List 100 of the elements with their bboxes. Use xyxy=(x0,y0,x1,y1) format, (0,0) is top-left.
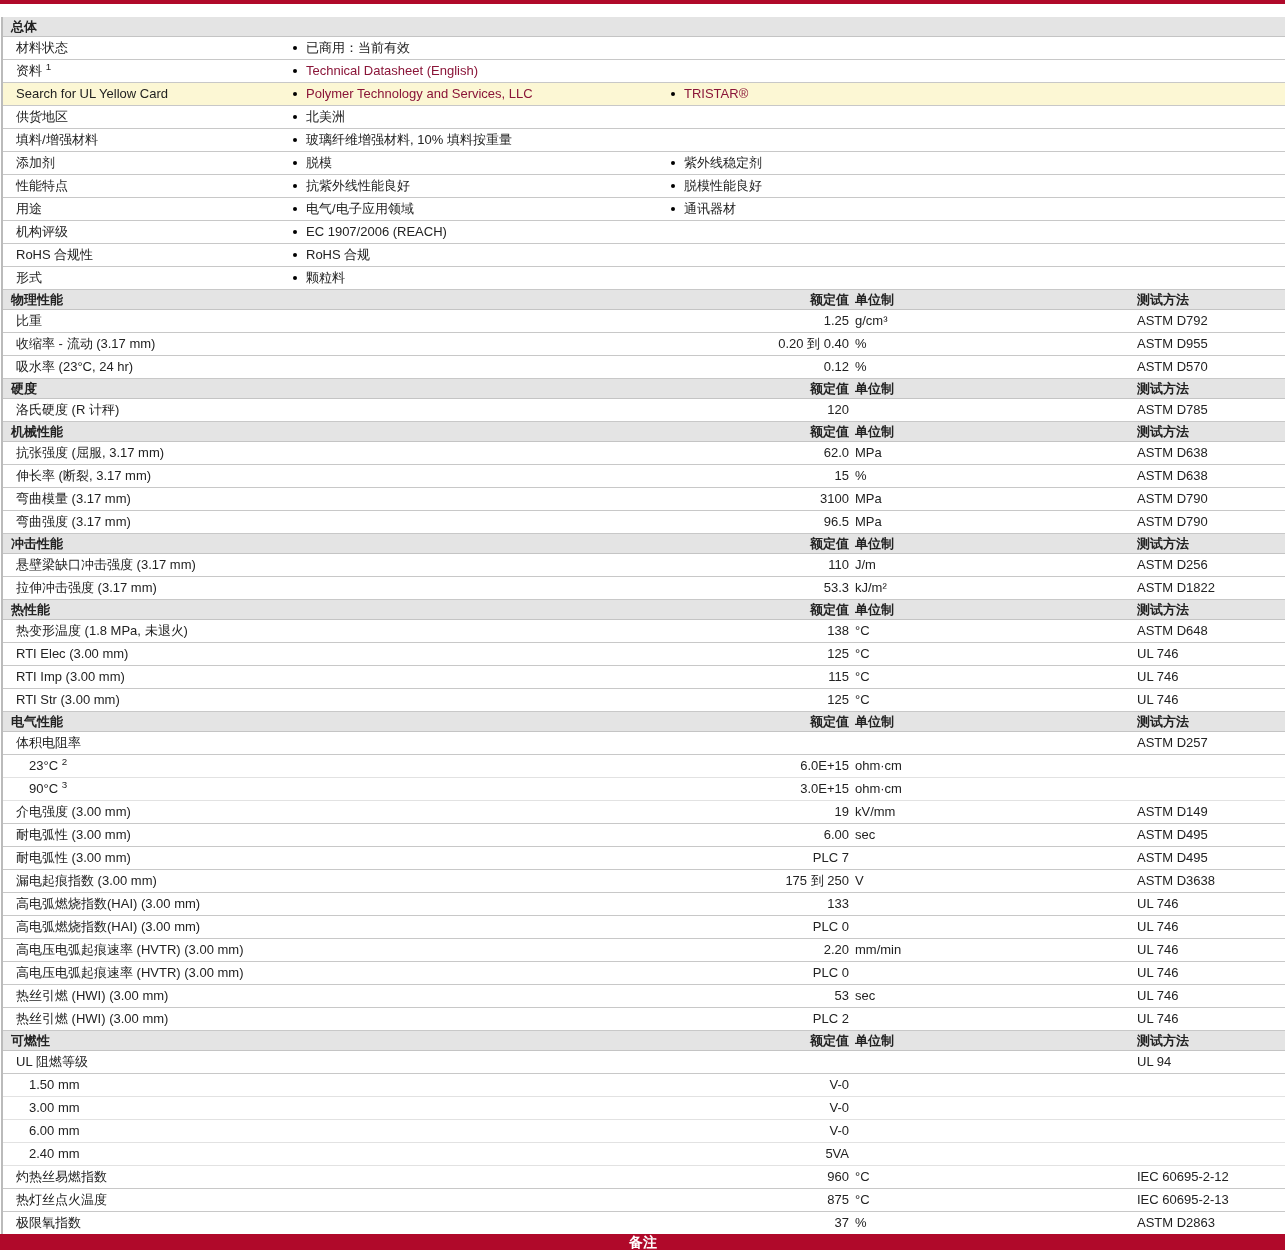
test-method: UL 746 xyxy=(1136,918,1179,937)
property-label: 极限氧指数 xyxy=(15,1214,82,1233)
property-value: PLC 7 xyxy=(811,849,849,868)
property-value: 1.25 xyxy=(822,312,849,331)
test-method: ASTM D955 xyxy=(1136,335,1208,354)
property-value: 110 xyxy=(827,556,849,575)
test-method: UL 94 xyxy=(1136,1053,1172,1072)
property-label: RTI Elec (3.00 mm) xyxy=(15,645,130,664)
test-method: IEC 60695-2-12 xyxy=(1136,1168,1229,1187)
unit-text: °C xyxy=(854,691,871,710)
property-label: 添加剂 xyxy=(15,154,56,173)
link[interactable]: Technical Datasheet (English) xyxy=(306,61,478,81)
column-heading: 测试方法 xyxy=(1136,712,1189,731)
column-heading: 单位制 xyxy=(854,422,895,441)
property-label: 高电压电弧起痕速率 (HVTR) (3.00 mm) xyxy=(15,964,245,983)
property-label: 1.50 mm xyxy=(28,1076,81,1095)
property-value: V-0 xyxy=(828,1122,849,1141)
link[interactable]: Polymer Technology and Services, LLC xyxy=(306,84,533,104)
bullet-icon xyxy=(671,161,675,165)
property-label: 比重 xyxy=(15,312,43,331)
column-heading: 额定值 xyxy=(809,422,849,441)
link[interactable]: TRISTAR® xyxy=(684,84,749,104)
property-value: 138 xyxy=(826,622,849,641)
column-heading: 额定值 xyxy=(809,600,849,619)
property-label: 高电弧燃烧指数(HAI) (3.00 mm) xyxy=(15,895,202,914)
section-title: 机械性能 xyxy=(9,422,64,441)
property-value: V-0 xyxy=(828,1076,849,1095)
property-label: 3.00 mm xyxy=(28,1099,81,1118)
section-title: 电气性能 xyxy=(10,712,64,731)
column-heading: 测试方法 xyxy=(1136,422,1189,441)
unit-text: MPa xyxy=(854,490,883,509)
test-method: UL 746 xyxy=(1136,895,1179,914)
unit-text: ohm·cm xyxy=(854,780,903,799)
test-method: ASTM D792 xyxy=(1136,312,1208,331)
property-label: 机构评级 xyxy=(15,223,69,242)
bullet-icon xyxy=(293,115,297,119)
property-label: 供货地区 xyxy=(15,108,69,127)
test-method: ASTM D256 xyxy=(1136,556,1208,575)
bullet-icon xyxy=(293,276,297,280)
property-value: 5VA xyxy=(824,1145,849,1164)
column-heading: 额定值 xyxy=(809,712,849,731)
bullet-icon xyxy=(293,138,297,142)
test-method: ASTM D2863 xyxy=(1136,1214,1216,1233)
property-label: RoHS 合规性 xyxy=(15,246,95,265)
test-method: UL 746 xyxy=(1136,987,1179,1006)
test-method: UL 746 xyxy=(1136,1010,1179,1029)
property-value: 19 xyxy=(833,803,849,822)
test-method: UL 746 xyxy=(1136,941,1179,960)
unit-text: ohm·cm xyxy=(854,757,903,776)
column-heading: 单位制 xyxy=(854,712,895,731)
property-label: 体积电阻率 xyxy=(15,734,82,753)
column-heading: 测试方法 xyxy=(1136,534,1189,553)
unit-text: mm/min xyxy=(854,941,903,960)
notes-title: 备注 xyxy=(628,1234,657,1250)
property-value: 0.20 到 0.40 xyxy=(777,335,849,354)
property-label: 吸水率 (23°C, 24 hr) xyxy=(15,358,135,377)
test-method: UL 746 xyxy=(1136,691,1179,710)
property-label: 高电压电弧起痕速率 (HVTR) (3.00 mm) xyxy=(15,941,245,960)
property-label: 弯曲模量 (3.17 mm) xyxy=(15,490,132,509)
property-value: 脱模 xyxy=(306,154,332,173)
property-value: 96.5 xyxy=(822,513,849,532)
bullet-icon xyxy=(293,69,297,73)
test-method: UL 746 xyxy=(1136,964,1179,983)
property-label: 90°C $^{3}$ xyxy=(28,779,69,799)
column-heading: 测试方法 xyxy=(1136,379,1189,398)
property-value: PLC 2 xyxy=(811,1010,849,1029)
column-heading: 测试方法 xyxy=(1136,600,1189,619)
property-label: UL 阻燃等级 xyxy=(15,1053,89,1072)
column-heading: 单位制 xyxy=(854,534,895,553)
test-method: ASTM D570 xyxy=(1136,358,1208,377)
test-method: ASTM D149 xyxy=(1136,803,1208,822)
property-label: 悬壁梁缺口冲击强度 (3.17 mm) xyxy=(15,556,197,575)
property-value: 电气/电子应用领域 xyxy=(306,200,414,219)
property-label: 热灯丝点火温度 xyxy=(15,1191,108,1210)
unit-text: % xyxy=(854,1214,868,1233)
property-value: 115 xyxy=(827,668,849,687)
bullet-icon xyxy=(293,46,297,50)
property-label: 23°C $^{2}$ xyxy=(28,756,69,776)
property-value: 62.0 xyxy=(822,444,849,463)
property-label: 2.40 mm xyxy=(28,1145,81,1164)
bullet-icon xyxy=(293,184,297,188)
test-method: ASTM D638 xyxy=(1136,467,1208,486)
test-method: ASTM D3638 xyxy=(1136,872,1216,891)
test-method: ASTM D257 xyxy=(1136,734,1208,753)
bullet-icon xyxy=(293,207,297,211)
unit-text: % xyxy=(854,467,868,486)
unit-text: g/cm³ xyxy=(854,312,889,331)
property-value: V-0 xyxy=(828,1099,849,1118)
unit-text: sec xyxy=(854,987,877,1006)
unit-text: kJ/m² xyxy=(854,579,888,598)
property-label: 热丝引燃 (HWI) (3.00 mm) xyxy=(15,1010,170,1029)
property-value: 37 xyxy=(833,1214,849,1233)
property-label: Search for UL Yellow Card xyxy=(15,85,169,104)
column-heading: 单位制 xyxy=(854,379,895,398)
section-title: 冲击性能 xyxy=(10,534,64,553)
bullet-icon xyxy=(671,92,675,96)
test-method: UL 746 xyxy=(1136,668,1179,687)
column-heading: 额定值 xyxy=(809,379,849,398)
property-label: 洛氏硬度 (R 计秤) xyxy=(15,401,121,420)
test-method: UL 746 xyxy=(1136,645,1179,664)
